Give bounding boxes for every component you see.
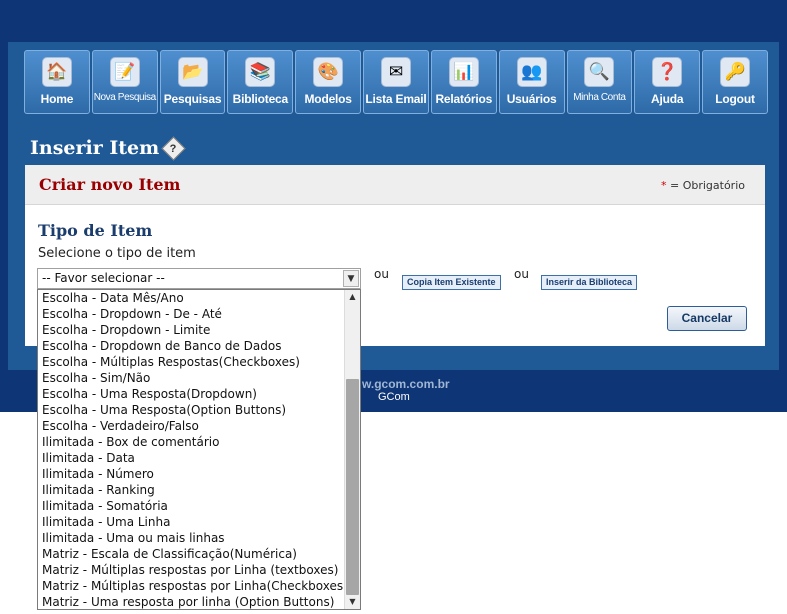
item-type-dropdown-list: Escolha - Data Mês/Ano Escolha - Dropdown… <box>37 289 361 610</box>
nav-button-usu-rios[interactable]: 👥 Usuários <box>498 50 565 114</box>
library-icon: 📚 <box>245 57 276 87</box>
home-icon: 🏠 <box>41 57 72 87</box>
item-type-select[interactable]: -- Favor selecionar -- ▼ <box>37 268 361 289</box>
scrollbar-thumb[interactable] <box>346 379 359 595</box>
nav-button-label: Logout <box>715 92 755 106</box>
nav-button-minha-conta[interactable]: 🔍 Minha Conta <box>566 50 633 114</box>
dropdown-option[interactable]: Escolha - Verdadeiro/Falso <box>38 418 345 434</box>
insert-from-library-button[interactable]: Inserir da Biblioteca <box>541 275 638 290</box>
dropdown-option[interactable]: Matriz - Múltiplas respostas por Linha(C… <box>38 578 345 594</box>
chevron-down-icon[interactable]: ▼ <box>343 270 359 287</box>
panel-title: Criar novo Item <box>39 175 181 194</box>
section-title: Tipo de Item <box>38 221 153 240</box>
required-legend: * = Obrigatório <box>661 179 745 192</box>
dropdown-option[interactable]: Matriz - Múltiplas respostas por Linha (… <box>38 562 345 578</box>
nav-button-label: Ajuda <box>651 92 684 106</box>
footer-site: w.gcom.com.br <box>362 377 450 391</box>
nav-button-ajuda[interactable]: ❓ Ajuda <box>634 50 701 114</box>
key-icon: 🔑 <box>720 57 751 87</box>
help-icon: ❓ <box>652 57 683 87</box>
dropdown-option[interactable]: Escolha - Uma Resposta(Dropdown) <box>38 386 345 402</box>
dropdown-option[interactable]: Escolha - Uma Resposta(Option Buttons) <box>38 402 345 418</box>
nav-button-modelos[interactable]: 🎨 Modelos <box>295 50 362 114</box>
help-icon[interactable]: ? <box>161 135 186 161</box>
new-survey-icon: 📝 <box>109 57 140 87</box>
dropdown-option[interactable]: Escolha - Dropdown - Limite <box>38 322 345 338</box>
dropdown-option[interactable]: Escolha - Dropdown de Banco de Dados <box>38 338 345 354</box>
nav-button-logout[interactable]: 🔑 Logout <box>702 50 768 114</box>
nav-button-label: Pesquisas <box>163 92 222 106</box>
dropdown-option[interactable]: Escolha - Data Mês/Ano <box>38 290 345 306</box>
nav-button-label: Minha Conta <box>573 92 626 103</box>
palette-icon: 🎨 <box>313 57 344 87</box>
nav-button-pesquisas[interactable]: 📂 Pesquisas <box>159 50 226 114</box>
dropdown-option[interactable]: Escolha - Múltiplas Respostas(Checkboxes… <box>38 354 345 370</box>
page-title: Inserir Item ? <box>30 135 186 161</box>
or-label-2: ou <box>514 267 529 281</box>
dropdown-option[interactable]: Ilimitada - Uma ou mais linhas <box>38 530 345 546</box>
panel-header: Criar novo Item * = Obrigatório <box>25 165 765 205</box>
nav-button-label: Usuários <box>506 92 557 106</box>
nav-button-relat-rios[interactable]: 📊 Relatórios <box>430 50 497 114</box>
help-glyph: ? <box>170 141 178 154</box>
dropdown-option[interactable]: Ilimitada - Número <box>38 466 345 482</box>
dropdown-option[interactable]: Matriz - Escala de Classificação(Numéric… <box>38 546 345 562</box>
nav-button-label: Modelos <box>304 92 352 106</box>
nav-button-label: Nova Pesquisa <box>93 92 156 103</box>
folder-icon: 📂 <box>177 57 208 87</box>
my-account-icon: 🔍 <box>584 57 615 87</box>
or-label-1: ou <box>374 267 389 281</box>
email-list-icon: ✉ <box>380 57 411 87</box>
dropdown-option[interactable]: Ilimitada - Box de comentário <box>38 434 345 450</box>
required-text: = Obrigatório <box>669 179 745 192</box>
dropdown-options: Escolha - Data Mês/Ano Escolha - Dropdown… <box>38 290 345 609</box>
dropdown-option[interactable]: Ilimitada - Data <box>38 450 345 466</box>
dropdown-option[interactable]: Ilimitada - Somatória <box>38 498 345 514</box>
nav-button-lista-email[interactable]: ✉ Lista Email <box>363 50 429 114</box>
main-navigation: 🏠 Home 📝 Nova Pesquisa 📂 Pesquisas 📚 Biblioteca… <box>24 50 768 114</box>
page-title-text: Inserir Item <box>30 137 160 159</box>
nav-button-label: Home <box>40 92 74 106</box>
scroll-down-icon[interactable]: ▼ <box>345 595 360 609</box>
reports-icon: 📊 <box>448 57 479 87</box>
nav-button-biblioteca[interactable]: 📚 Biblioteca <box>227 50 294 114</box>
nav-button-label: Lista Email <box>365 92 427 106</box>
nav-button-label: Biblioteca <box>232 92 289 106</box>
dropdown-option[interactable]: Matriz - Uma resposta por linha (Option … <box>38 594 345 609</box>
dropdown-option[interactable]: Ilimitada - Ranking <box>38 482 345 498</box>
dropdown-option[interactable]: Ilimitada - Uma Linha <box>38 514 345 530</box>
nav-button-label: Relatórios <box>435 92 493 106</box>
footer-brand: GCom <box>378 391 410 403</box>
required-star: * <box>660 179 667 192</box>
instruction-text: Selecione o tipo de item <box>38 246 196 261</box>
dropdown-scrollbar[interactable]: ▲ ▼ <box>344 290 360 609</box>
nav-button-nova-pesquisa[interactable]: 📝 Nova Pesquisa <box>91 50 158 114</box>
scroll-up-icon[interactable]: ▲ <box>345 290 360 304</box>
item-type-select-value: -- Favor selecionar -- <box>42 271 165 285</box>
dropdown-option[interactable]: Escolha - Dropdown - De - Até <box>38 306 345 322</box>
copy-existing-item-button[interactable]: Copia Item Existente <box>402 275 501 290</box>
cancel-button[interactable]: Cancelar <box>667 306 747 331</box>
dropdown-option[interactable]: Escolha - Sim/Não <box>38 370 345 386</box>
users-icon: 👥 <box>516 57 547 87</box>
nav-button-home[interactable]: 🏠 Home <box>24 50 90 114</box>
